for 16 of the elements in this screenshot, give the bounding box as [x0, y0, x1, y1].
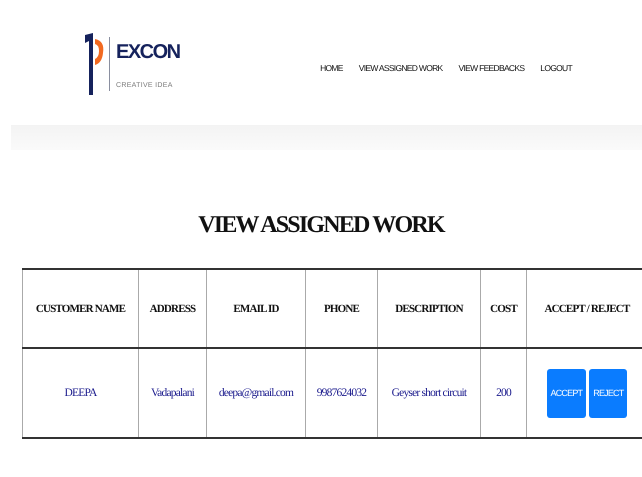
reject-button[interactable]: REJECT — [589, 368, 628, 418]
accept-button[interactable]: ACCEPT — [546, 368, 586, 418]
column-header: CUSTOMER NAME — [22, 269, 138, 348]
column-header: COST — [480, 269, 526, 348]
column-header: ADDRESS — [138, 269, 206, 348]
nav-link[interactable]: LOGOUT — [540, 62, 572, 72]
page-heading: VIEW ASSIGNED WORK — [197, 211, 446, 240]
brand-name: EXCON — [116, 40, 180, 64]
nav-link[interactable]: VIEW ASSIGNED WORK — [358, 62, 443, 72]
column-header: DESCRIPTION — [378, 269, 480, 348]
column-header: PHONE — [306, 269, 378, 348]
nav-link[interactable]: VIEW FEEDBACKS — [458, 62, 524, 72]
table-cell: DEEPA — [22, 348, 138, 438]
column-header: EMAIL ID — [206, 269, 306, 348]
nav-link[interactable]: HOME — [320, 62, 343, 72]
logo-icon — [83, 30, 105, 96]
